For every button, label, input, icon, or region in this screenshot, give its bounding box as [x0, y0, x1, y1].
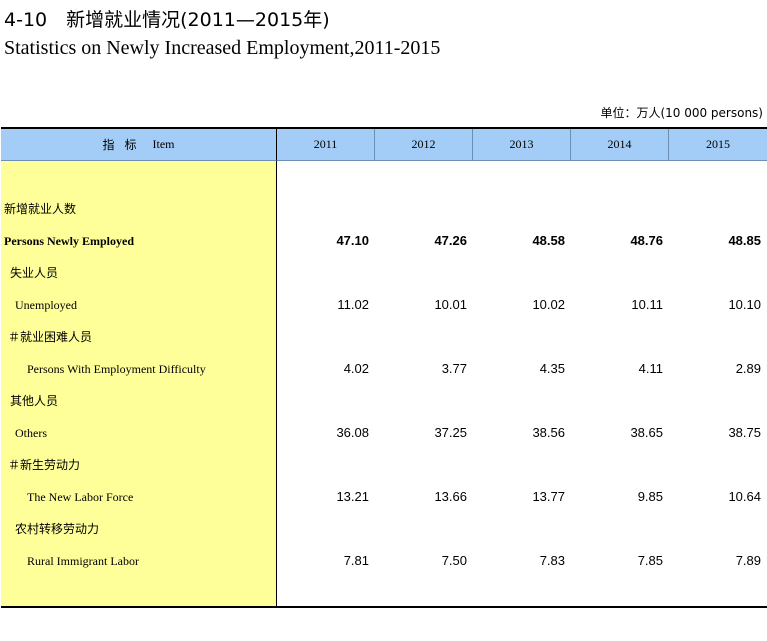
row-label-rural-immigrant-labor-en: Rural Immigrant Labor [27, 554, 139, 568]
table-bottom-rule [1, 606, 767, 608]
table-row-label-cn: 其他人员 [1, 385, 767, 417]
value-cell: 7.50 [441, 553, 467, 568]
value-cell: 7.89 [735, 553, 761, 568]
value-cell: 7.85 [637, 553, 663, 568]
value-cell: 4.11 [638, 361, 663, 376]
value-cell: 10.64 [728, 489, 761, 504]
header-year-2013: 2013 [473, 129, 571, 161]
value-cell: 3.77 [441, 361, 467, 376]
header-item-cn: 指标 [102, 138, 147, 152]
value-cell: 13.77 [532, 489, 565, 504]
value-cell: 4.35 [539, 361, 565, 376]
header-year-2011: 2011 [277, 129, 375, 161]
table-row: Persons Newly Employed 47.10 47.26 48.58… [1, 225, 767, 257]
row-label-employment-difficulty-cn: ＃就业困难人员 [8, 330, 93, 344]
value-cell: 10.11 [631, 297, 663, 312]
header-year-2012: 2012 [375, 129, 473, 161]
value-cell: 47.26 [434, 233, 467, 248]
value-cell: 7.83 [539, 553, 565, 568]
table-row-label-cn: 新增就业人数 [1, 193, 767, 225]
value-cell: 2.89 [735, 361, 761, 376]
value-cell: 10.02 [532, 297, 565, 312]
unit-label: 单位：万人(10 000 persons) [600, 106, 763, 120]
header-year-2015: 2015 [669, 129, 767, 161]
value-cell: 7.81 [343, 553, 369, 568]
header-item-en: Item [152, 137, 175, 151]
table-row: Persons With Employment Difficulty 4.02 … [1, 353, 767, 385]
row-label-persons-newly-employed-en: Persons Newly Employed [4, 234, 134, 248]
value-cell: 13.66 [434, 489, 467, 504]
row-label-new-labor-force-cn: ＃新生劳动力 [8, 458, 81, 472]
row-label-new-labor-force-en: The New Labor Force [27, 490, 134, 504]
value-cell: 10.10 [728, 297, 761, 312]
table-row-label-cn: 失业人员 [1, 257, 767, 289]
table-row-label-cn: 农村转移劳动力 [1, 513, 767, 545]
table-header-row: 指标 Item 2011 2012 2013 2014 2015 [1, 129, 767, 161]
table-row: The New Labor Force 13.21 13.66 13.77 9.… [1, 481, 767, 513]
table-row: Unemployed 11.02 10.01 10.02 10.11 10.10 [1, 289, 767, 321]
row-label-rural-immigrant-labor-cn: 农村转移劳动力 [15, 522, 100, 536]
value-cell: 37.25 [434, 425, 467, 440]
value-cell: 4.02 [343, 361, 369, 376]
row-label-others-cn: 其他人员 [10, 394, 59, 408]
table-title-chinese: 4-10 新增就业情况(2011—2015年) [4, 9, 330, 31]
value-cell: 13.21 [336, 489, 369, 504]
value-cell: 9.85 [637, 489, 663, 504]
table-row: Rural Immigrant Labor 7.81 7.50 7.83 7.8… [1, 545, 767, 577]
value-cell: 38.65 [630, 425, 663, 440]
value-cell: 47.10 [336, 233, 369, 248]
value-cell: 36.08 [336, 425, 369, 440]
row-label-others-en: Others [15, 426, 47, 440]
table-title-english: Statistics on Newly Increased Employment… [4, 37, 441, 59]
value-cell: 38.56 [532, 425, 565, 440]
value-cell: 48.58 [532, 233, 565, 248]
row-label-unemployed-en: Unemployed [15, 298, 77, 312]
table-row-label-cn: ＃就业困难人员 [1, 321, 767, 353]
row-label-unemployed-cn: 失业人员 [10, 266, 59, 280]
value-cell: 48.76 [630, 233, 663, 248]
value-cell: 38.75 [728, 425, 761, 440]
value-cell: 48.85 [728, 233, 761, 248]
employment-table: 指标 Item 2011 2012 2013 2014 2015 新增就业人数 … [1, 127, 767, 608]
row-label-persons-newly-employed-cn: 新增就业人数 [4, 202, 77, 216]
value-cell: 10.01 [434, 297, 467, 312]
row-label-employment-difficulty-en: Persons With Employment Difficulty [27, 362, 206, 376]
value-cell: 11.02 [337, 297, 369, 312]
table-row-label-cn: ＃新生劳动力 [1, 449, 767, 481]
header-item-cell: 指标 Item [1, 129, 277, 161]
table-row: Others 36.08 37.25 38.56 38.65 38.75 [1, 417, 767, 449]
header-year-2014: 2014 [571, 129, 669, 161]
